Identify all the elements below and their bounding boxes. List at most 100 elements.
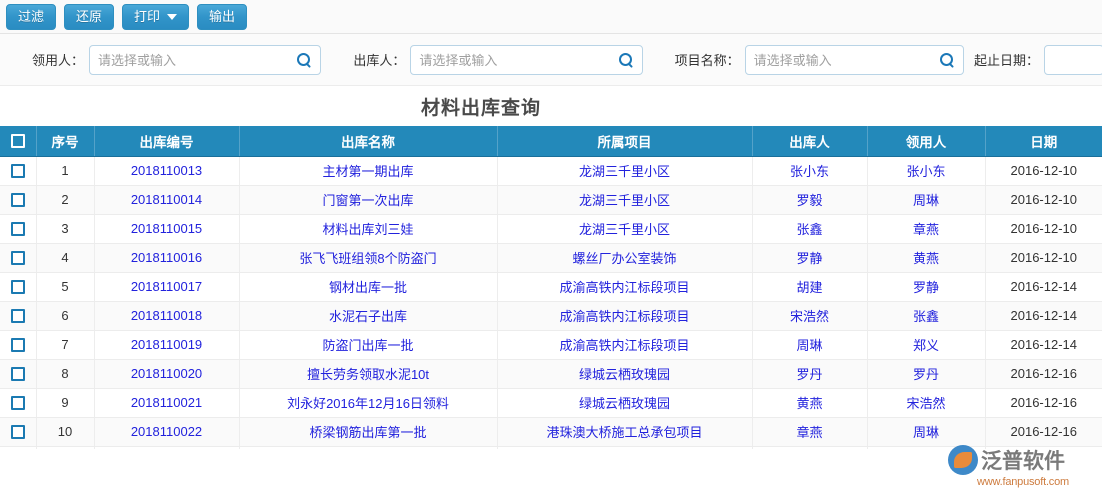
- cell-project: 龙湖三千里小区: [497, 214, 753, 244]
- search-icon[interactable]: [296, 52, 312, 68]
- search-icon[interactable]: [618, 52, 634, 68]
- row-checkbox[interactable]: [10, 338, 25, 353]
- recipient-input-placeholder: 请选择或输入: [98, 53, 177, 68]
- cell-date: 2016-12-10: [985, 214, 1102, 244]
- print-button-label: 打印: [134, 8, 161, 24]
- cell-date: 2016-12-10: [985, 156, 1102, 186]
- cell-name: 桥墩河沙出库: [239, 446, 498, 449]
- cell-recipient: 周琳: [867, 417, 986, 447]
- select-all-header[interactable]: [0, 126, 37, 157]
- project-name-input[interactable]: 请选择或输入: [744, 44, 964, 75]
- table-row[interactable]: 3 2018110015 材料出库刘三娃 龙湖三千里小区 张鑫 章燕 2016-12-10: [0, 214, 1102, 244]
- row-select-cell[interactable]: [0, 359, 37, 389]
- select-all-checkbox[interactable]: [10, 134, 25, 149]
- row-select-cell[interactable]: [0, 272, 37, 302]
- row-checkbox[interactable]: [10, 396, 25, 411]
- row-checkbox[interactable]: [10, 222, 25, 237]
- cell-project: 成渝高铁内江标段项目: [497, 330, 753, 360]
- cell-date: 2016-12-14: [985, 301, 1102, 331]
- table-row[interactable]: 8 2018110020 擅长劳务领取水泥10t 绿城云栖玫瑰园 罗丹 罗丹 2016-12…: [0, 359, 1102, 389]
- table-row[interactable]: 10 2018110022 桥梁钢筋出库第一批 港珠澳大桥施工总承包项目 章燕 周琳 201…: [0, 417, 1102, 447]
- cell-project: 龙湖三千里小区: [497, 156, 753, 186]
- cell-recipient: 罗丹: [867, 359, 986, 389]
- outbound-person-input-placeholder: 请选择或输入: [419, 53, 498, 68]
- cell-outbound-person: 薛宝峰: [752, 446, 868, 449]
- cell-outbound-person: 周琳: [752, 330, 868, 360]
- cell-recipient: 周琳: [867, 185, 986, 215]
- table-body: 1 2018110013 主材第一期出库 龙湖三千里小区 张小东 张小东 2016-12-1…: [0, 156, 1102, 449]
- cell-recipient: 罗静: [867, 272, 986, 302]
- row-checkbox[interactable]: [10, 309, 25, 324]
- app-root: 过滤 还原 打印 输出 领用人： 请选择或输入 出库人： 请选择或输入 项目名称…: [0, 0, 1102, 503]
- table-scroll-area[interactable]: 序号 出库编号 出库名称 所属项目 出库人 领用人 日期 1 2018110013…: [0, 126, 1102, 449]
- cell-project: 龙湖三千里小区: [497, 185, 753, 215]
- table-row[interactable]: 4 2018110016 张飞飞班组领8个防盗门 螺丝厂办公室装饰 罗静 黄燕 2016-1…: [0, 243, 1102, 273]
- cell-index: 7: [36, 330, 95, 360]
- row-checkbox[interactable]: [10, 164, 25, 179]
- export-button-label: 输出: [209, 8, 236, 24]
- cell-index: 5: [36, 272, 95, 302]
- table-header-row: 序号 出库编号 出库名称 所属项目 出库人 领用人 日期: [0, 126, 1102, 157]
- table-row[interactable]: 5 2018110017 钢材出库一批 成渝高铁内江标段项目 胡建 罗静 2016-12-1…: [0, 272, 1102, 302]
- column-header-outbound-person[interactable]: 出库人: [752, 126, 868, 157]
- date-range-filter-label: 起止日期：: [973, 53, 1039, 68]
- cell-date: 2016-12-14: [985, 330, 1102, 360]
- column-header-project[interactable]: 所属项目: [497, 126, 753, 157]
- row-select-cell[interactable]: [0, 388, 37, 418]
- row-select-cell[interactable]: [0, 156, 37, 186]
- row-select-cell[interactable]: [0, 243, 37, 273]
- table-row[interactable]: 1 2018110013 主材第一期出库 龙湖三千里小区 张小东 张小东 2016-12-1…: [0, 156, 1102, 186]
- print-button[interactable]: 打印: [122, 3, 190, 30]
- row-checkbox[interactable]: [10, 193, 25, 208]
- watermark-brand: 泛普软件: [981, 449, 1065, 473]
- table-row[interactable]: 112018110023桥墩河沙出库港珠澳大桥施工总承包项目薛宝峰薛宝峰2016…: [0, 446, 1102, 449]
- table-row[interactable]: 2 2018110014 门窗第一次出库 龙湖三千里小区 罗毅 周琳 2016-12-10: [0, 185, 1102, 215]
- table-row[interactable]: 7 2018110019 防盗门出库一批 成渝高铁内江标段项目 周琳 郑义 2016-12-…: [0, 330, 1102, 360]
- cell-project: 螺丝厂办公室装饰: [497, 243, 753, 273]
- row-select-cell[interactable]: [0, 301, 37, 331]
- cell-name: 防盗门出库一批: [239, 330, 498, 360]
- cell-date: 2016-12-16: [985, 417, 1102, 447]
- column-header-code[interactable]: 出库编号: [94, 126, 240, 157]
- export-button[interactable]: 输出: [197, 3, 248, 30]
- report-title-bar: 材料出库查询: [0, 86, 1102, 126]
- restore-button[interactable]: 还原: [64, 3, 115, 30]
- column-header-name[interactable]: 出库名称: [239, 126, 498, 157]
- row-select-cell[interactable]: [0, 214, 37, 244]
- cell-outbound-person: 罗丹: [752, 359, 868, 389]
- filter-field-date-range: 起止日期：: [968, 44, 1102, 75]
- cell-date: 2016-12-10: [985, 243, 1102, 273]
- row-select-cell[interactable]: [0, 185, 37, 215]
- row-select-cell[interactable]: [0, 330, 37, 360]
- search-icon[interactable]: [939, 52, 955, 68]
- cell-recipient: 薛宝峰: [867, 446, 986, 449]
- row-checkbox[interactable]: [10, 367, 25, 382]
- watermark-url: www.fanpusoft.com: [977, 476, 1069, 488]
- cell-project: 港珠澳大桥施工总承包项目: [497, 446, 753, 449]
- outbound-person-filter-label: 出库人：: [353, 53, 406, 68]
- cell-code: 2018110023: [94, 446, 240, 449]
- column-header-date[interactable]: 日期: [985, 126, 1102, 157]
- row-select-cell[interactable]: [0, 417, 37, 447]
- recipient-input[interactable]: 请选择或输入: [89, 44, 322, 75]
- table-row[interactable]: 6 2018110018 水泥石子出库 成渝高铁内江标段项目 宋浩然 张鑫 2016-12-…: [0, 301, 1102, 331]
- cell-name: 材料出库刘三娃: [239, 214, 498, 244]
- cell-recipient: 张小东: [867, 156, 986, 186]
- date-range-input[interactable]: [1044, 44, 1102, 75]
- cell-recipient: 黄燕: [867, 243, 986, 273]
- table-row[interactable]: 9 2018110021 刘永好2016年12月16日领料 绿城云栖玫瑰园 黄燕 宋浩然 2…: [0, 388, 1102, 418]
- cell-index: 10: [36, 417, 95, 447]
- cell-recipient: 张鑫: [867, 301, 986, 331]
- cell-outbound-person: 张鑫: [752, 214, 868, 244]
- cell-outbound-person: 宋浩然: [752, 301, 868, 331]
- column-header-index[interactable]: 序号: [36, 126, 95, 157]
- filter-button[interactable]: 过滤: [6, 3, 57, 30]
- row-checkbox[interactable]: [10, 425, 25, 440]
- outbound-person-input[interactable]: 请选择或输入: [410, 44, 643, 75]
- row-checkbox[interactable]: [10, 280, 25, 295]
- row-select-cell[interactable]: [0, 446, 37, 449]
- cell-index: 3: [36, 214, 95, 244]
- row-checkbox[interactable]: [10, 251, 25, 266]
- column-header-recipient[interactable]: 领用人: [867, 126, 986, 157]
- page-title: 材料出库查询: [420, 97, 541, 119]
